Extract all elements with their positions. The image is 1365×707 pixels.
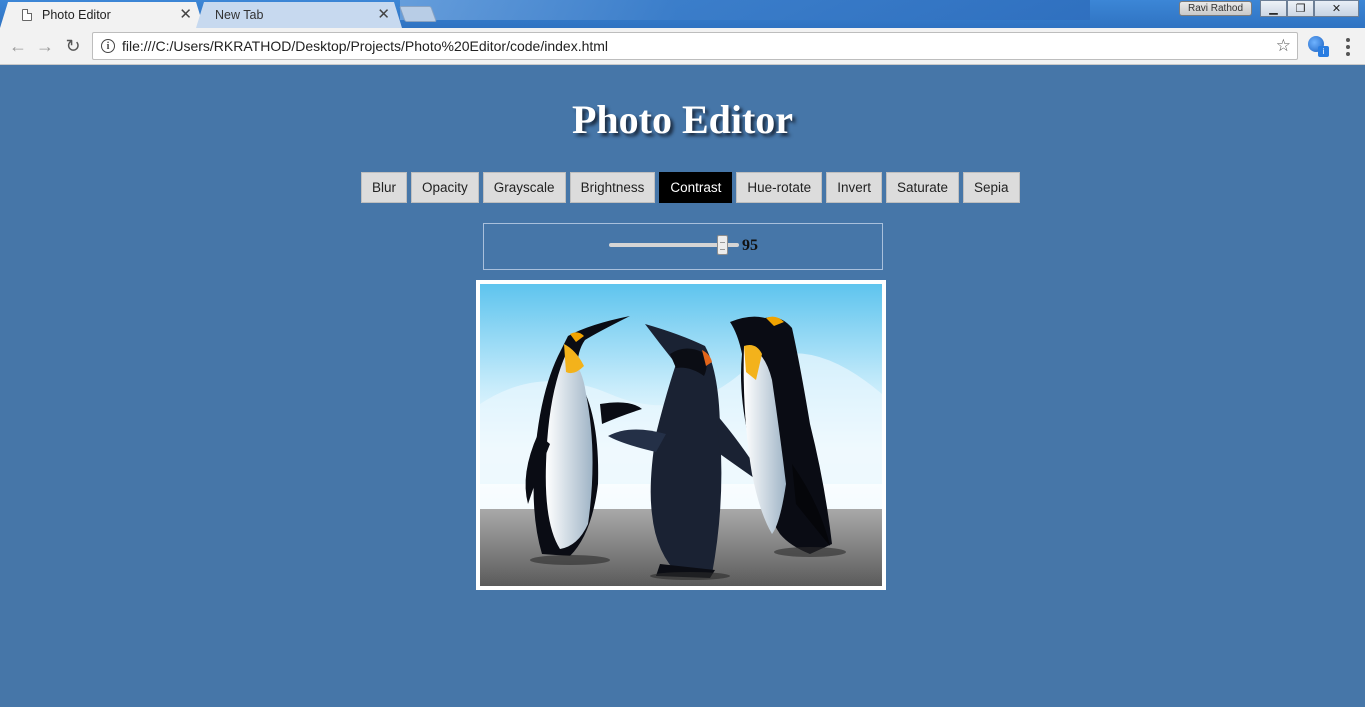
saturate-button[interactable]: Saturate: [885, 172, 960, 203]
close-icon[interactable]: ✕: [377, 7, 390, 23]
sepia-button[interactable]: Sepia: [963, 172, 1020, 203]
minimize-button[interactable]: ▁: [1260, 0, 1287, 17]
opacity-button[interactable]: Opacity: [411, 172, 479, 203]
contrast-button[interactable]: Contrast: [659, 172, 733, 203]
slider-thumb[interactable]: [717, 235, 729, 255]
page-title: Photo Editor: [571, 97, 794, 142]
tab-title: New Tab: [215, 8, 264, 22]
info-icon[interactable]: i: [101, 39, 115, 53]
window-close-button[interactable]: ✕: [1314, 0, 1359, 17]
slider-panel: 95: [483, 223, 883, 270]
slider-value: 95: [742, 237, 758, 254]
tab-photo-editor[interactable]: Photo Editor ✕: [0, 2, 204, 28]
extension-badge: i: [1318, 46, 1329, 57]
tab-new-tab[interactable]: New Tab ✕: [196, 2, 402, 28]
profile-button[interactable]: Ravi Rathod: [1179, 1, 1252, 16]
url-text[interactable]: file:///C:/Users/RKRATHOD/Desktop/Projec…: [122, 38, 608, 54]
tab-title: Photo Editor: [42, 8, 111, 22]
address-bar[interactable]: i file:///C:/Users/RKRATHOD/Desktop/Proj…: [92, 32, 1298, 60]
penguins-photo: [480, 284, 882, 586]
filter-toolbar: Blur Opacity Grayscale Brightness Contra…: [361, 172, 1020, 203]
forward-arrow-icon[interactable]: →: [35, 36, 55, 56]
brightness-button[interactable]: Brightness: [569, 172, 656, 203]
restore-button[interactable]: ❐: [1287, 0, 1314, 17]
close-icon[interactable]: ✕: [179, 7, 192, 23]
invert-button[interactable]: Invert: [826, 172, 882, 203]
photo-frame: [476, 280, 886, 590]
grayscale-button[interactable]: Grayscale: [482, 172, 566, 203]
page-icon: [22, 9, 32, 21]
hue-rotate-button[interactable]: Hue-rotate: [736, 172, 823, 203]
titlebar-background: [400, 0, 1090, 20]
window-controls: ▁ ❐ ✕: [1260, 0, 1359, 18]
new-tab-button[interactable]: [399, 6, 437, 22]
blur-button[interactable]: Blur: [361, 172, 408, 203]
menu-icon[interactable]: [1340, 38, 1356, 56]
star-icon[interactable]: ☆: [1276, 36, 1291, 56]
browser-titlebar: Photo Editor ✕ New Tab ✕ Ravi Rathod ▁ ❐…: [0, 0, 1365, 28]
browser-toolbar: ← → ↻ i file:///C:/Users/RKRATHOD/Deskto…: [0, 28, 1365, 65]
reload-icon[interactable]: ↻: [63, 36, 83, 56]
extension-icon[interactable]: i: [1307, 35, 1329, 57]
back-arrow-icon[interactable]: ←: [8, 36, 28, 56]
